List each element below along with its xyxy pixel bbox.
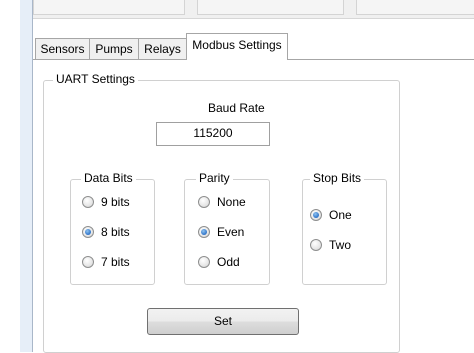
- radio-button-selected-icon[interactable]: [198, 226, 210, 238]
- radio-label: Even: [217, 225, 245, 239]
- set-button[interactable]: Set: [147, 308, 299, 335]
- tab-page-modbus-settings: UART Settings Baud Rate 115200 Data Bits…: [33, 59, 474, 353]
- window-left-border: [20, 0, 33, 352]
- radio-button-icon[interactable]: [82, 196, 94, 208]
- radio-label: One: [329, 208, 352, 222]
- tab-pumps[interactable]: Pumps: [89, 38, 139, 59]
- stop-bits-legend: Stop Bits: [310, 171, 365, 185]
- radio-button-icon[interactable]: [198, 256, 210, 268]
- radio-parity-none[interactable]: None: [198, 194, 246, 210]
- top-panel-segment: [197, 0, 344, 15]
- radio-parity-odd[interactable]: Odd: [198, 254, 246, 270]
- parity-options: None Even Odd: [198, 194, 246, 270]
- radio-7-bits[interactable]: 7 bits: [82, 254, 130, 270]
- radio-button-icon[interactable]: [310, 239, 322, 251]
- window-margin: [0, 0, 20, 352]
- data-bits-options: 9 bits 8 bits 7 bits: [82, 194, 130, 270]
- stop-bits-options: One Two: [310, 207, 352, 253]
- tab-modbus-settings[interactable]: Modbus Settings: [186, 33, 288, 60]
- top-panel-strip: [33, 0, 474, 19]
- baud-rate-label: Baud Rate: [208, 101, 265, 115]
- radio-label: 9 bits: [101, 195, 130, 209]
- radio-parity-even[interactable]: Even: [198, 224, 246, 240]
- baud-rate-input[interactable]: 115200: [156, 122, 270, 146]
- radio-button-icon[interactable]: [198, 196, 210, 208]
- radio-button-selected-icon[interactable]: [82, 226, 94, 238]
- top-panel-segment: [356, 0, 474, 15]
- tab-relays[interactable]: Relays: [138, 38, 187, 59]
- uart-settings-legend: UART Settings: [53, 72, 138, 86]
- radio-label: 8 bits: [101, 225, 130, 239]
- data-bits-legend: Data Bits: [81, 171, 136, 185]
- radio-label: None: [217, 195, 246, 209]
- radio-stop-one[interactable]: One: [310, 207, 352, 223]
- radio-label: 7 bits: [101, 255, 130, 269]
- radio-stop-two[interactable]: Two: [310, 237, 352, 253]
- parity-legend: Parity: [196, 171, 233, 185]
- tab-sensors[interactable]: Sensors: [35, 38, 90, 59]
- radio-button-selected-icon[interactable]: [310, 209, 322, 221]
- top-panel-segment: [33, 0, 185, 15]
- radio-8-bits[interactable]: 8 bits: [82, 224, 130, 240]
- radio-label: Odd: [217, 255, 240, 269]
- radio-9-bits[interactable]: 9 bits: [82, 194, 130, 210]
- radio-label: Two: [329, 238, 352, 252]
- radio-button-icon[interactable]: [82, 256, 94, 268]
